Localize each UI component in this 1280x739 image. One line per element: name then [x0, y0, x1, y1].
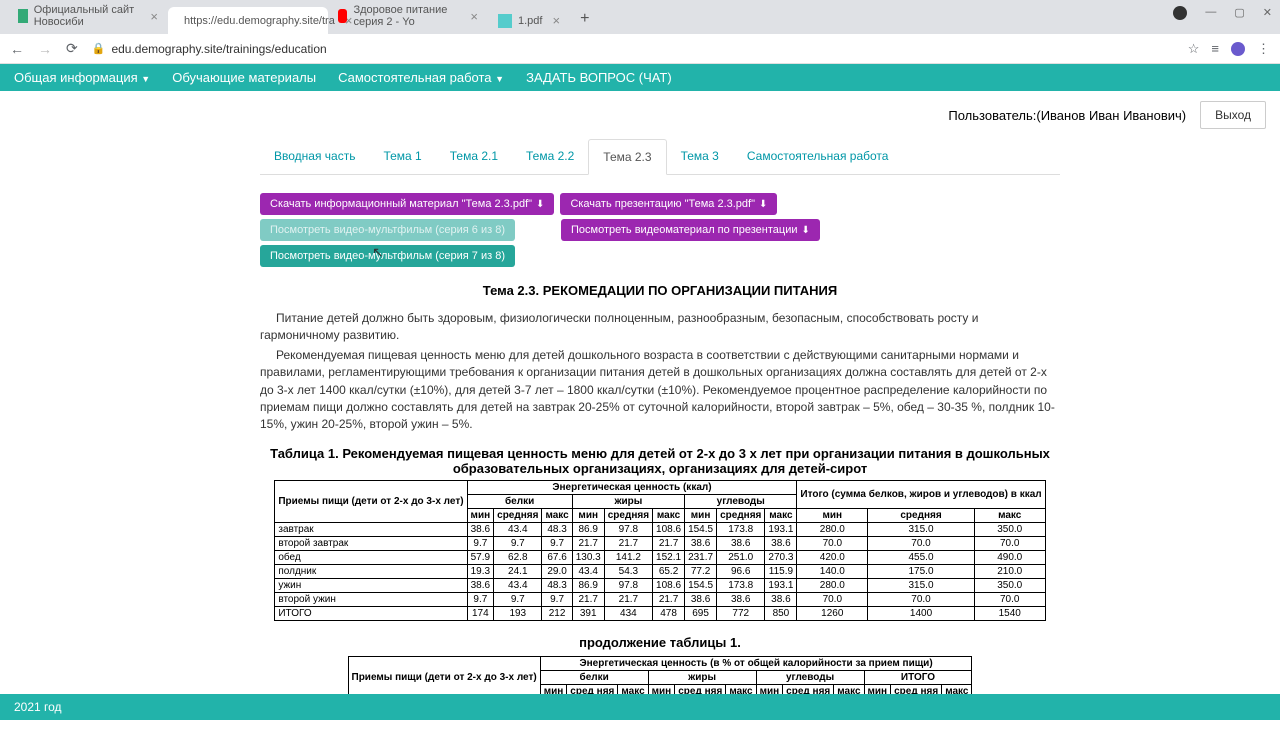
site-navbar: Общая информация ▼ Обучающие материалы С…: [0, 64, 1280, 91]
browser-tab[interactable]: https://edu.demography.site/tra×: [168, 7, 328, 34]
browser-tab[interactable]: 1.pdf×: [488, 7, 570, 34]
bookmark-star-icon[interactable]: ☆: [1188, 41, 1200, 57]
nutrition-table-2: Приемы пищи (дети от 2-х до 3-х лет)Энер…: [348, 656, 973, 699]
user-label: Пользователь:(Иванов Иван Иванович): [948, 108, 1186, 123]
browser-tabstrip: Официальный сайт Новосиби× https://edu.d…: [0, 0, 1280, 34]
site-footer: 2021 год: [0, 694, 1280, 720]
logout-button[interactable]: Выход: [1200, 101, 1266, 129]
lock-icon: 🔒: [92, 42, 106, 55]
topic-title: Тема 2.3. РЕКОМЕДАЦИИ ПО ОРГАНИЗАЦИИ ПИТ…: [260, 283, 1060, 298]
paragraph: Рекомендуемая пищевая ценность меню для …: [260, 347, 1060, 434]
table-caption: Таблица 1. Рекомендуемая пищевая ценност…: [270, 446, 1050, 476]
menu-icon[interactable]: ⋮: [1257, 41, 1270, 57]
favicon: [18, 9, 28, 23]
nav-link[interactable]: Самостоятельная работа ▼: [338, 70, 504, 85]
tab-тема-2.3[interactable]: Тема 2.3: [588, 139, 666, 175]
nav-link[interactable]: Обучающие материалы: [172, 70, 316, 85]
forward-icon[interactable]: →: [38, 41, 52, 57]
nav-link[interactable]: Общая информация ▼: [14, 70, 150, 85]
tab-тема-2.1[interactable]: Тема 2.1: [436, 139, 512, 174]
reload-icon[interactable]: ⟳: [66, 40, 78, 57]
record-icon: [1173, 6, 1187, 20]
user-bar: Пользователь:(Иванов Иван Иванович) Выхо…: [0, 91, 1280, 139]
download-icon: ⬇: [759, 199, 767, 210]
browser-toolbar: ← → ⟳ 🔒 edu.demography.site/trainings/ed…: [0, 34, 1280, 64]
close-icon[interactable]: ×: [150, 9, 158, 24]
paragraph: Питание детей должно быть здоровым, физи…: [260, 310, 1060, 345]
close-icon[interactable]: ×: [552, 13, 560, 28]
new-tab-button[interactable]: +: [570, 4, 599, 34]
download-info-button[interactable]: Скачать информационный материал "Тема 2.…: [260, 193, 554, 215]
favicon: [498, 14, 512, 28]
chevron-down-icon: ▼: [141, 74, 150, 84]
url-text: edu.demography.site/trainings/education: [111, 42, 326, 56]
address-bar[interactable]: 🔒 edu.demography.site/trainings/educatio…: [92, 42, 1174, 56]
tab-тема-3[interactable]: Тема 3: [667, 139, 733, 174]
download-icon: ⬇: [536, 199, 544, 210]
back-icon[interactable]: ←: [10, 41, 24, 57]
watch-video6-button[interactable]: Посмотреть видео-мультфильм (серия 6 из …: [260, 219, 515, 241]
maximize-icon[interactable]: ▢: [1234, 6, 1244, 20]
table-continuation-label: продолжение таблицы 1.: [260, 635, 1060, 650]
tab-тема-2.2[interactable]: Тема 2.2: [512, 139, 588, 174]
tab-самостоятельная-работа[interactable]: Самостоятельная работа: [733, 139, 903, 174]
browser-tab[interactable]: Здоровое питание серия 2 - Yo×: [328, 0, 488, 34]
close-window-icon[interactable]: ✕: [1263, 6, 1272, 20]
chevron-down-icon: ▼: [495, 74, 504, 84]
browser-tab[interactable]: Официальный сайт Новосиби×: [8, 0, 168, 34]
watch-video7-button[interactable]: Посмотреть видео-мультфильм (серия 7 из …: [260, 245, 515, 267]
tab-вводная-часть[interactable]: Вводная часть: [260, 139, 369, 174]
close-icon[interactable]: ×: [470, 9, 478, 24]
lesson-tabs: Вводная частьТема 1Тема 2.1Тема 2.2Тема …: [260, 139, 1060, 175]
download-presentation-button[interactable]: Скачать презентацию "Тема 2.3.pdf" ⬇: [560, 193, 777, 215]
nav-link[interactable]: ЗАДАТЬ ВОПРОС (ЧАТ): [526, 70, 672, 85]
favicon: [338, 9, 347, 23]
reading-list-icon[interactable]: ≡: [1211, 41, 1219, 56]
download-icon: ⬇: [801, 225, 809, 236]
nutrition-table-1: Приемы пищи (дети от 2-х до 3-х лет)Энер…: [274, 480, 1045, 621]
tab-тема-1[interactable]: Тема 1: [369, 139, 435, 174]
minimize-icon[interactable]: —: [1205, 6, 1216, 20]
watch-presentation-video-button[interactable]: Посмотреть видеоматериал по презентации …: [561, 219, 820, 241]
profile-avatar[interactable]: [1231, 42, 1245, 56]
